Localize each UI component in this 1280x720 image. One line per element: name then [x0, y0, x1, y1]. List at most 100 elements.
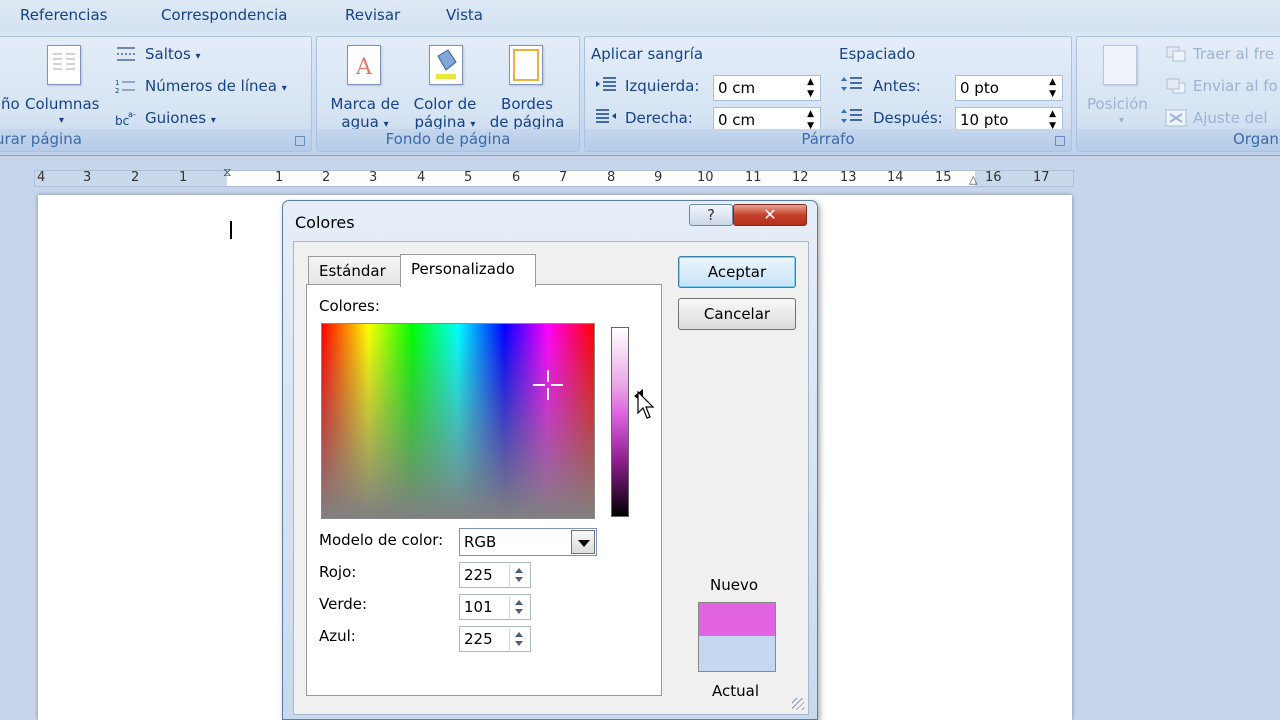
- columns-button[interactable]: Columnas: [25, 95, 99, 113]
- partial-size-button[interactable]: ño: [1, 95, 20, 113]
- blue-label: Azul:: [319, 627, 356, 645]
- paragraph-label: Párrafo: [585, 129, 1071, 151]
- spacing-before-field[interactable]: 0 pto ▲ ▼: [955, 75, 1063, 101]
- tab-correspondencia[interactable]: Correspondencia: [161, 6, 288, 24]
- red-input[interactable]: 225: [459, 562, 531, 588]
- group-page-background: A Marca de agua ▾ Color de página ▾ Bordes…: [316, 36, 580, 152]
- ruler-tick-label: 3: [369, 170, 378, 185]
- spacing-title: Espaciado: [839, 45, 916, 63]
- svg-text:A: A: [355, 55, 373, 80]
- ruler-tick-label: 9: [654, 170, 663, 185]
- line-numbers-icon: 12: [115, 77, 137, 95]
- spin-up-icon[interactable]: ▲: [1049, 109, 1056, 119]
- line-numbers-button[interactable]: Números de línea ▾: [145, 77, 287, 95]
- indent-title: Aplicar sangría: [591, 45, 704, 63]
- ruler-tick-label: 14: [887, 170, 904, 185]
- ribbon: ño Columnas ▾ Saltos ▾ 12 Números de lín…: [0, 32, 1280, 156]
- new-color-label: Nuevo: [710, 576, 759, 594]
- svg-text:a-: a-: [128, 110, 136, 119]
- svg-text:2: 2: [115, 87, 119, 95]
- tab-revisar[interactable]: Revisar: [345, 6, 400, 24]
- svg-text:1: 1: [115, 79, 119, 87]
- ruler-tick-label: 5: [464, 170, 473, 185]
- right-indent-marker-icon[interactable]: △: [969, 173, 977, 186]
- resize-grip-icon[interactable]: [792, 698, 804, 710]
- breaks-button[interactable]: Saltos ▾: [145, 45, 201, 63]
- ruler-tick-label: 1: [275, 170, 284, 185]
- page-borders-button[interactable]: Bordes de página: [487, 95, 567, 131]
- watermark-icon: A: [347, 45, 381, 85]
- ribbon-tab-bar: Referencias Correspondencia Revisar Vist…: [0, 0, 1280, 32]
- spin-up-icon[interactable]: ▲: [807, 77, 814, 87]
- colors-dialog: Colores ? ✕ Estándar Personalizado Color…: [282, 200, 818, 720]
- columns-icon: [47, 45, 81, 85]
- columns-dropdown-icon: ▾: [59, 115, 65, 126]
- spin-up-icon[interactable]: ▲: [807, 109, 814, 119]
- watermark-button[interactable]: Marca de agua ▾: [327, 95, 403, 131]
- spacing-after-label: Después:: [873, 109, 943, 127]
- spacing-before-icon: [841, 75, 863, 93]
- blue-input[interactable]: 225: [459, 626, 531, 652]
- ruler-tick-label: 12: [792, 170, 809, 185]
- indent-right-icon: [595, 107, 617, 125]
- arrange-label: Organ: [1077, 129, 1280, 151]
- new-color-swatch: [698, 602, 776, 636]
- position-button[interactable]: Posición: [1087, 95, 1148, 113]
- help-button[interactable]: ?: [689, 204, 733, 226]
- tab-vista[interactable]: Vista: [446, 6, 483, 24]
- bring-forward-icon: [1165, 45, 1187, 63]
- spacing-before-label: Antes:: [873, 77, 921, 95]
- spin-down-icon[interactable]: ▼: [807, 89, 814, 99]
- tab-standard[interactable]: Estándar: [308, 256, 402, 286]
- indent-marker-icon[interactable]: ⧖: [223, 165, 231, 180]
- spacing-after-icon: [841, 107, 863, 125]
- indent-left-field[interactable]: 0 cm ▲ ▼: [713, 75, 821, 101]
- spin-buttons[interactable]: [509, 564, 529, 586]
- green-label: Verde:: [319, 595, 368, 613]
- ruler-tick-label: 10: [697, 170, 714, 185]
- tab-referencias[interactable]: Referencias: [20, 6, 107, 24]
- hyphenation-button[interactable]: Guiones ▾: [145, 109, 216, 127]
- tab-custom[interactable]: Personalizado: [400, 254, 536, 287]
- crosshair-icon[interactable]: [533, 370, 563, 400]
- cancel-button[interactable]: Cancelar: [678, 298, 796, 330]
- group-arrange: Posición ▾ Traer al fre Enviar al fo Aju…: [1076, 36, 1280, 152]
- ruler-tick-label: 1: [179, 170, 188, 185]
- bring-forward-button[interactable]: Traer al fre: [1193, 45, 1274, 63]
- horizontal-ruler[interactable]: 4 3 2 1 ⧖ 1 2 3 4 5 6 7 8 9 10 11 12 13 …: [34, 165, 1074, 187]
- ruler-tick-label: 3: [83, 170, 92, 185]
- ruler-tick-label: 11: [745, 170, 762, 185]
- luminance-slider[interactable]: [611, 327, 629, 517]
- ruler-tick-label: 17: [1033, 170, 1050, 185]
- breaks-icon: [115, 45, 137, 63]
- group-page-setup: ño Columnas ▾ Saltos ▾ 12 Números de lín…: [0, 36, 312, 152]
- current-color-label: Actual: [712, 682, 759, 700]
- text-wrap-button[interactable]: Ajuste del: [1193, 109, 1268, 127]
- color-spectrum[interactable]: [321, 323, 595, 519]
- spin-up-icon[interactable]: ▲: [1049, 77, 1056, 87]
- color-model-select[interactable]: RGB: [459, 528, 597, 556]
- paragraph-launcher-icon[interactable]: [1055, 136, 1065, 146]
- send-backward-button[interactable]: Enviar al fo: [1193, 77, 1278, 95]
- indent-right-label: Derecha:: [625, 109, 693, 127]
- chevron-down-icon[interactable]: [571, 530, 595, 554]
- ruler-tick-label: 4: [37, 170, 46, 185]
- current-color-swatch: [698, 636, 776, 672]
- ruler-tick-label: 6: [512, 170, 521, 185]
- page-color-button[interactable]: Color de página ▾: [405, 95, 485, 131]
- close-button[interactable]: ✕: [733, 204, 807, 226]
- page-setup-launcher-icon[interactable]: [295, 136, 305, 146]
- spin-buttons[interactable]: [509, 596, 529, 618]
- indent-left-icon: [595, 75, 617, 93]
- accept-button[interactable]: Aceptar: [678, 256, 796, 288]
- ruler-tick-label: 2: [322, 170, 331, 185]
- ruler-tick-label: 2: [131, 170, 140, 185]
- dialog-body: Estándar Personalizado Colores: Modelo d…: [293, 241, 809, 715]
- send-backward-icon: [1165, 77, 1187, 95]
- green-input[interactable]: 101: [459, 594, 531, 620]
- text-caret: [230, 221, 232, 239]
- page-background-label: Fondo de página: [317, 129, 579, 151]
- spin-buttons[interactable]: [509, 628, 529, 650]
- mouse-pointer-icon: [637, 391, 655, 419]
- spin-down-icon[interactable]: ▼: [1049, 89, 1056, 99]
